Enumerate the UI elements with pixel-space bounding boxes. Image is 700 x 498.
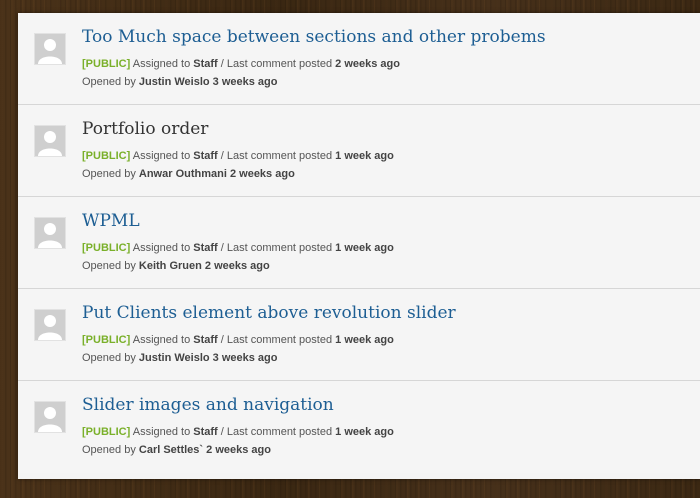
opener-name: Keith Gruen bbox=[138, 260, 202, 272]
opened-time: 2 weeks ago bbox=[204, 260, 270, 272]
default-avatar-icon bbox=[34, 401, 66, 433]
visibility-tag: [PUBLIC] bbox=[82, 426, 131, 438]
ticket-meta: [PUBLIC] Assigned to Staff / Last commen… bbox=[82, 150, 394, 162]
opener-name: Justin Weislo bbox=[138, 352, 210, 364]
opened-label: Opened by bbox=[82, 168, 136, 180]
ticket-title[interactable]: Slider images and navigation bbox=[82, 395, 334, 415]
ticket-title[interactable]: WPML bbox=[82, 211, 140, 231]
default-avatar-icon bbox=[34, 217, 66, 249]
ticket-opened: Opened by Anwar Outhmani 2 weeks ago bbox=[82, 168, 295, 180]
visibility-tag: [PUBLIC] bbox=[82, 150, 131, 162]
ticket-item: Too Much space between sections and othe… bbox=[18, 13, 700, 105]
ticket-title[interactable]: Portfolio order bbox=[82, 119, 208, 139]
assignee: Staff bbox=[193, 242, 218, 254]
last-comment-label: / Last comment posted bbox=[220, 426, 333, 438]
last-comment-time: 1 week ago bbox=[335, 334, 394, 346]
assigned-label: Assigned to bbox=[132, 334, 191, 346]
ticket-item: Slider images and navigation [PUBLIC] As… bbox=[18, 381, 700, 473]
ticket-item: Portfolio order [PUBLIC] Assigned to Sta… bbox=[18, 105, 700, 197]
last-comment-time: 1 week ago bbox=[335, 426, 394, 438]
ticket-item: WPML [PUBLIC] Assigned to Staff / Last c… bbox=[18, 197, 700, 289]
visibility-tag: [PUBLIC] bbox=[82, 334, 131, 346]
assigned-label: Assigned to bbox=[132, 242, 191, 254]
ticket-title[interactable]: Too Much space between sections and othe… bbox=[82, 27, 546, 47]
opened-label: Opened by bbox=[82, 76, 136, 88]
assignee: Staff bbox=[193, 150, 218, 162]
assignee: Staff bbox=[193, 58, 218, 70]
opened-label: Opened by bbox=[82, 260, 136, 272]
last-comment-time: 2 weeks ago bbox=[335, 58, 400, 70]
assigned-label: Assigned to bbox=[132, 426, 191, 438]
ticket-item: Put Clients element above revolution sli… bbox=[18, 289, 700, 381]
ticket-opened: Opened by Justin Weislo 3 weeks ago bbox=[82, 352, 277, 364]
last-comment-time: 1 week ago bbox=[335, 150, 394, 162]
ticket-meta: [PUBLIC] Assigned to Staff / Last commen… bbox=[82, 334, 394, 346]
default-avatar-icon bbox=[34, 33, 66, 65]
opened-time: 3 weeks ago bbox=[212, 76, 278, 88]
opened-label: Opened by bbox=[82, 352, 136, 364]
opener-name: Anwar Outhmani bbox=[138, 168, 227, 180]
opened-time: 3 weeks ago bbox=[212, 352, 278, 364]
assignee: Staff bbox=[193, 426, 218, 438]
ticket-meta: [PUBLIC] Assigned to Staff / Last commen… bbox=[82, 426, 394, 438]
last-comment-label: / Last comment posted bbox=[220, 150, 333, 162]
ticket-opened: Opened by Keith Gruen 2 weeks ago bbox=[82, 260, 270, 272]
last-comment-label: / Last comment posted bbox=[220, 58, 333, 70]
ticket-opened: Opened by Carl Settles` 2 weeks ago bbox=[82, 444, 271, 456]
visibility-tag: [PUBLIC] bbox=[82, 58, 131, 70]
ticket-meta: [PUBLIC] Assigned to Staff / Last commen… bbox=[82, 242, 394, 254]
last-comment-time: 1 week ago bbox=[335, 242, 394, 254]
assigned-label: Assigned to bbox=[132, 150, 191, 162]
assigned-label: Assigned to bbox=[132, 58, 191, 70]
ticket-list: Too Much space between sections and othe… bbox=[18, 13, 700, 479]
opened-label: Opened by bbox=[82, 444, 136, 456]
default-avatar-icon bbox=[34, 125, 66, 157]
opener-name: Justin Weislo bbox=[138, 76, 210, 88]
visibility-tag: [PUBLIC] bbox=[82, 242, 131, 254]
last-comment-label: / Last comment posted bbox=[220, 242, 333, 254]
ticket-opened: Opened by Justin Weislo 3 weeks ago bbox=[82, 76, 277, 88]
default-avatar-icon bbox=[34, 309, 66, 341]
ticket-title[interactable]: Put Clients element above revolution sli… bbox=[82, 303, 456, 323]
ticket-meta: [PUBLIC] Assigned to Staff / Last commen… bbox=[82, 58, 400, 70]
opened-time: 2 weeks ago bbox=[206, 444, 271, 456]
last-comment-label: / Last comment posted bbox=[220, 334, 333, 346]
assignee: Staff bbox=[193, 334, 218, 346]
opened-time: 2 weeks ago bbox=[229, 168, 295, 180]
opener-name: Carl Settles` bbox=[138, 444, 204, 456]
